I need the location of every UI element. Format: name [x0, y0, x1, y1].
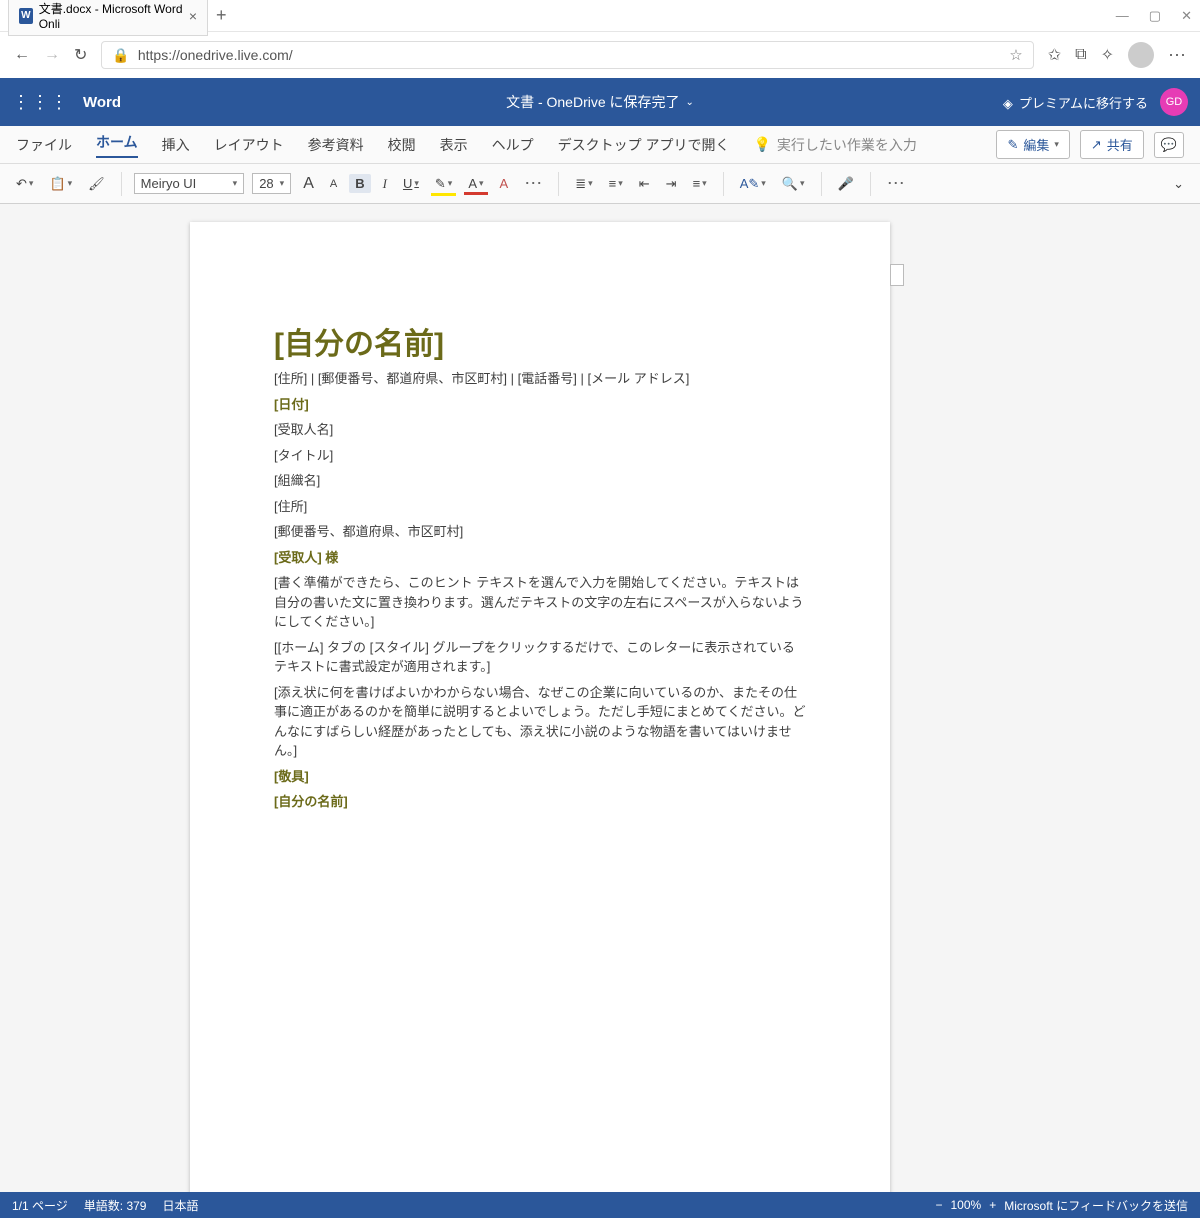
recipient-org[interactable]: [組織名] — [274, 471, 806, 491]
ribbon-tabs: ファイル ホーム 挿入 レイアウト 参考資料 校閲 表示 ヘルプ デスクトップ … — [0, 126, 1200, 164]
url-bar[interactable]: 🔒 https://onedrive.live.com/ ☆ — [101, 41, 1033, 69]
document-canvas[interactable]: [自分の名前] [住所] | [郵便番号、都道府県、市区町村] | [電話番号]… — [0, 204, 1200, 1192]
numbering-button[interactable]: ≡▾ — [605, 174, 627, 193]
page-break-marker — [890, 264, 904, 286]
zoom-out-button[interactable]: − — [935, 1198, 942, 1212]
closing[interactable]: [敬具] — [274, 767, 806, 787]
recipient-postal[interactable]: [郵便番号、都道府県、市区町村] — [274, 522, 806, 542]
recipient-title[interactable]: [タイトル] — [274, 446, 806, 466]
word-icon: W — [19, 8, 33, 24]
status-bar: 1/1 ページ 単語数: 379 日本語 − 100% + Microsoft … — [0, 1192, 1200, 1218]
body-p2[interactable]: [[ホーム] タブの [スタイル] グループをクリックするだけで、このレターに表… — [274, 638, 806, 677]
profile-icon[interactable] — [1128, 42, 1154, 68]
browser-tab[interactable]: W 文書.docx - Microsoft Word Onli × — [8, 0, 208, 36]
bulb-icon: 💡 — [753, 136, 770, 153]
chevron-down-icon: ▾ — [1054, 139, 1059, 150]
tab-references[interactable]: 参考資料 — [308, 135, 364, 155]
comment-icon: 💬 — [1161, 137, 1177, 153]
minimize-icon[interactable]: — — [1116, 8, 1129, 24]
body-p1[interactable]: [書く準備ができたら、このヒント テキストを選んで入力を開始してください。テキス… — [274, 573, 806, 632]
increase-indent-button[interactable]: ⇥ — [662, 174, 681, 194]
underline-button[interactable]: U▾ — [399, 174, 423, 193]
zoom-in-button[interactable]: + — [989, 1198, 996, 1212]
chevron-down-icon: ⌄ — [686, 97, 694, 108]
decrease-indent-button[interactable]: ⇤ — [635, 174, 654, 194]
premium-link[interactable]: プレミアムに移行する — [1003, 93, 1148, 112]
salutation[interactable]: [受取人] 様 — [274, 548, 806, 568]
avatar[interactable]: GD — [1160, 88, 1188, 116]
font-name-select[interactable]: Meiryo UI▾ — [134, 173, 245, 194]
find-button[interactable]: 🔍▾ — [778, 174, 809, 194]
highlight-button[interactable]: ✎▾ — [431, 174, 456, 194]
share-button[interactable]: ↗ 共有 — [1080, 130, 1144, 159]
date-field[interactable]: [日付] — [274, 395, 806, 415]
page[interactable]: [自分の名前] [住所] | [郵便番号、都道府県、市区町村] | [電話番号]… — [190, 222, 890, 1192]
tab-file[interactable]: ファイル — [16, 135, 72, 155]
share-icon: ↗ — [1091, 137, 1102, 153]
comments-button[interactable]: 💬 — [1154, 132, 1184, 158]
document-title[interactable]: 文書 - OneDrive に保存完了 ⌄ — [506, 92, 694, 112]
more-font-button[interactable]: ⋯ — [520, 171, 546, 196]
grow-font-button[interactable]: A — [299, 173, 318, 195]
page-count[interactable]: 1/1 ページ — [12, 1197, 68, 1214]
star-icon[interactable]: ☆ — [1009, 46, 1022, 64]
font-color-button[interactable]: A▾ — [464, 174, 487, 193]
bold-button[interactable]: B — [349, 174, 370, 193]
feedback-link[interactable]: Microsoft にフィードバックを送信 — [1004, 1197, 1188, 1214]
url-text: https://onedrive.live.com/ — [138, 47, 293, 63]
align-button[interactable]: ≡▾ — [689, 174, 711, 193]
language[interactable]: 日本語 — [162, 1197, 198, 1214]
format-painter-button[interactable]: 🖌 — [84, 174, 109, 194]
new-tab-button[interactable]: + — [216, 5, 227, 26]
more-button[interactable]: ⋯ — [883, 171, 909, 196]
pencil-icon: ✎ — [1007, 137, 1018, 153]
tell-me[interactable]: 💡 実行したい作業を入力 — [753, 135, 916, 155]
tab-insert[interactable]: 挿入 — [162, 135, 190, 155]
zoom-level[interactable]: 100% — [951, 1198, 982, 1212]
paste-button[interactable]: 📋▾ — [45, 174, 76, 194]
forward-icon[interactable]: → — [44, 46, 60, 64]
italic-button[interactable]: I — [379, 174, 391, 194]
close-window-icon[interactable]: ✕ — [1181, 8, 1192, 24]
toolbar: ↶▾ 📋▾ 🖌 Meiryo UI▾ 28▾ A A B I U▾ ✎▾ A▾ … — [0, 164, 1200, 204]
bullets-button[interactable]: ≣▾ — [571, 174, 596, 194]
back-icon[interactable]: ← — [14, 46, 30, 64]
extensions-icon[interactable]: ✧ — [1101, 45, 1114, 65]
shrink-font-button[interactable]: A — [326, 176, 341, 192]
app-brand: Word — [83, 94, 121, 111]
styles-button[interactable]: A✎▾ — [736, 174, 770, 194]
dictate-button[interactable]: 🎤 — [834, 174, 858, 194]
tab-view[interactable]: 表示 — [440, 135, 468, 155]
undo-button[interactable]: ↶▾ — [12, 174, 37, 194]
address-line[interactable]: [住所] | [郵便番号、都道府県、市区町村] | [電話番号] | [メール … — [274, 369, 806, 389]
clear-format-button[interactable]: A — [496, 174, 513, 193]
refresh-icon[interactable]: ↻ — [74, 45, 87, 65]
font-size-select[interactable]: 28▾ — [252, 173, 291, 194]
favorites-icon[interactable]: ✩ — [1048, 45, 1061, 65]
app-header: ⋮⋮⋮ Word 文書 - OneDrive に保存完了 ⌄ プレミアムに移行す… — [0, 78, 1200, 126]
collapse-ribbon-button[interactable]: ⌄ — [1169, 174, 1188, 194]
recipient-address[interactable]: [住所] — [274, 497, 806, 517]
menu-icon[interactable]: ⋯ — [1168, 45, 1186, 66]
tab-help[interactable]: ヘルプ — [492, 135, 534, 155]
maximize-icon[interactable]: ▢ — [1149, 8, 1161, 24]
lock-icon: 🔒 — [112, 47, 129, 64]
close-icon[interactable]: × — [189, 8, 197, 24]
tab-review[interactable]: 校閲 — [388, 135, 416, 155]
edit-button[interactable]: ✎ 編集 ▾ — [996, 130, 1069, 159]
body-p3[interactable]: [添え状に何を書けばよいかわからない場合、なぜこの企業に向いているのか、またその… — [274, 683, 806, 761]
browser-titlebar: W 文書.docx - Microsoft Word Onli × + — ▢ … — [0, 0, 1200, 32]
tab-title: 文書.docx - Microsoft Word Onli — [39, 0, 183, 31]
collections-icon[interactable]: ⧉ — [1075, 46, 1086, 64]
app-launcher-icon[interactable]: ⋮⋮⋮ — [12, 92, 69, 113]
recipient-name[interactable]: [受取人名] — [274, 420, 806, 440]
tab-home[interactable]: ホーム — [96, 132, 138, 158]
doc-heading[interactable]: [自分の名前] — [274, 322, 806, 367]
open-in-desktop[interactable]: デスクトップ アプリで開く — [558, 135, 730, 155]
word-count[interactable]: 単語数: 379 — [84, 1197, 147, 1214]
signature[interactable]: [自分の名前] — [274, 792, 806, 812]
browser-addrbar: ← → ↻ 🔒 https://onedrive.live.com/ ☆ ✩ ⧉… — [0, 32, 1200, 78]
tab-layout[interactable]: レイアウト — [214, 135, 284, 155]
